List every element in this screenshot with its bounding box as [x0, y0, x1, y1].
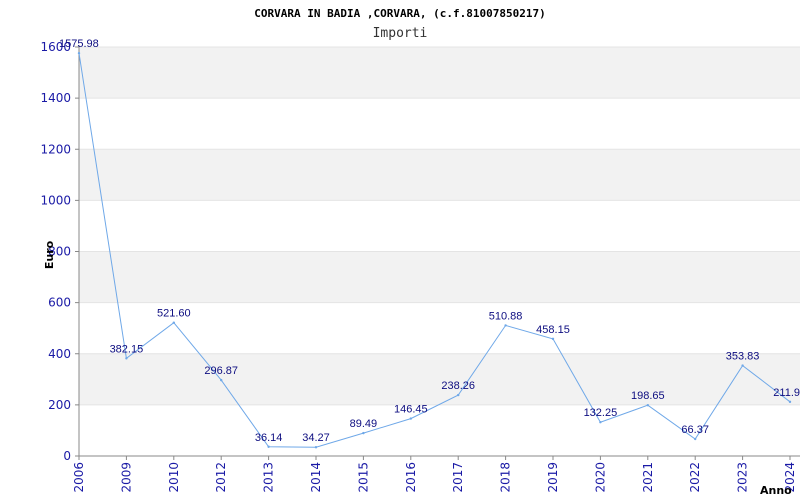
- x-tick-label: 2018: [499, 462, 513, 493]
- data-point: [267, 445, 270, 448]
- grid-bands: [79, 47, 800, 405]
- data-label: 238.26: [441, 380, 475, 392]
- x-axis-label: Anno: [760, 484, 792, 497]
- grid-band: [79, 149, 800, 201]
- grid-band: [79, 353, 800, 405]
- line-chart: CORVARA IN BADIA ,CORVARA, (c.f.81007850…: [40, 7, 800, 497]
- x-tick-label: 2009: [119, 462, 133, 493]
- data-label: 34.27: [302, 432, 330, 444]
- x-tick-label: 2022: [688, 462, 702, 493]
- data-label: 132.25: [584, 407, 618, 419]
- data-point: [125, 357, 128, 360]
- x-tick-labels: 2006 2009 2010 2012 2013 2014 2015 2016 2017 2018…: [72, 462, 797, 493]
- x-tick-label: 2012: [214, 462, 228, 493]
- y-tick-label: 400: [48, 347, 71, 361]
- x-tick-label: 2020: [593, 462, 607, 493]
- data-point: [314, 446, 318, 449]
- y-tick-label: 0: [63, 449, 71, 463]
- data-label: 458.15: [536, 324, 570, 336]
- grid-band: [79, 47, 800, 99]
- y-tick-label: 1200: [40, 142, 71, 156]
- data-point: [409, 417, 412, 420]
- data-label: 89.49: [350, 418, 378, 430]
- data-label: 66.37: [681, 424, 709, 436]
- data-point: [646, 404, 649, 407]
- y-tick-label: 200: [48, 398, 71, 412]
- chart-subtitle: Importi: [373, 26, 428, 41]
- data-label: 510.88: [489, 310, 523, 322]
- data-label: 296.87: [204, 365, 238, 377]
- y-tick-label: 600: [48, 296, 71, 310]
- data-point: [457, 393, 460, 397]
- y-tick-label: 1000: [40, 193, 71, 207]
- y-tick-label: 1400: [40, 91, 71, 105]
- data-point: [694, 437, 697, 441]
- x-tick-label: 2010: [167, 462, 181, 493]
- data-point: [362, 431, 365, 435]
- x-tick-label: 2016: [404, 462, 418, 493]
- data-label: 146.45: [394, 404, 428, 416]
- data-point: [504, 324, 507, 327]
- data-point: [551, 337, 555, 341]
- data-point: [741, 364, 744, 367]
- data-label: 1575.98: [59, 38, 99, 50]
- x-tick-label: 2019: [546, 462, 560, 493]
- y-axis-label: Euro: [43, 240, 56, 269]
- x-tick-label: 2006: [72, 462, 86, 493]
- data-label: 36.14: [255, 432, 283, 444]
- data-label: 382.15: [110, 343, 144, 355]
- data-point: [77, 51, 81, 55]
- data-label: 198.65: [631, 390, 665, 402]
- x-tick-label: 2014: [309, 462, 323, 493]
- data-point: [599, 420, 602, 424]
- data-point: [220, 378, 223, 382]
- data-label: 521.60: [157, 308, 191, 320]
- data-point: [172, 321, 175, 324]
- x-tick-label: 2021: [641, 462, 655, 493]
- grid-band: [79, 251, 800, 303]
- chart-title: CORVARA IN BADIA ,CORVARA, (c.f.81007850…: [254, 7, 545, 20]
- x-tick-label: 2015: [356, 462, 370, 493]
- data-point: [788, 400, 792, 404]
- x-tick-label: 2017: [451, 462, 465, 493]
- x-tick-label: 2013: [262, 462, 276, 493]
- data-label: 211.9: [773, 387, 800, 399]
- x-tick-label: 2023: [736, 462, 750, 493]
- data-label: 353.83: [726, 351, 760, 363]
